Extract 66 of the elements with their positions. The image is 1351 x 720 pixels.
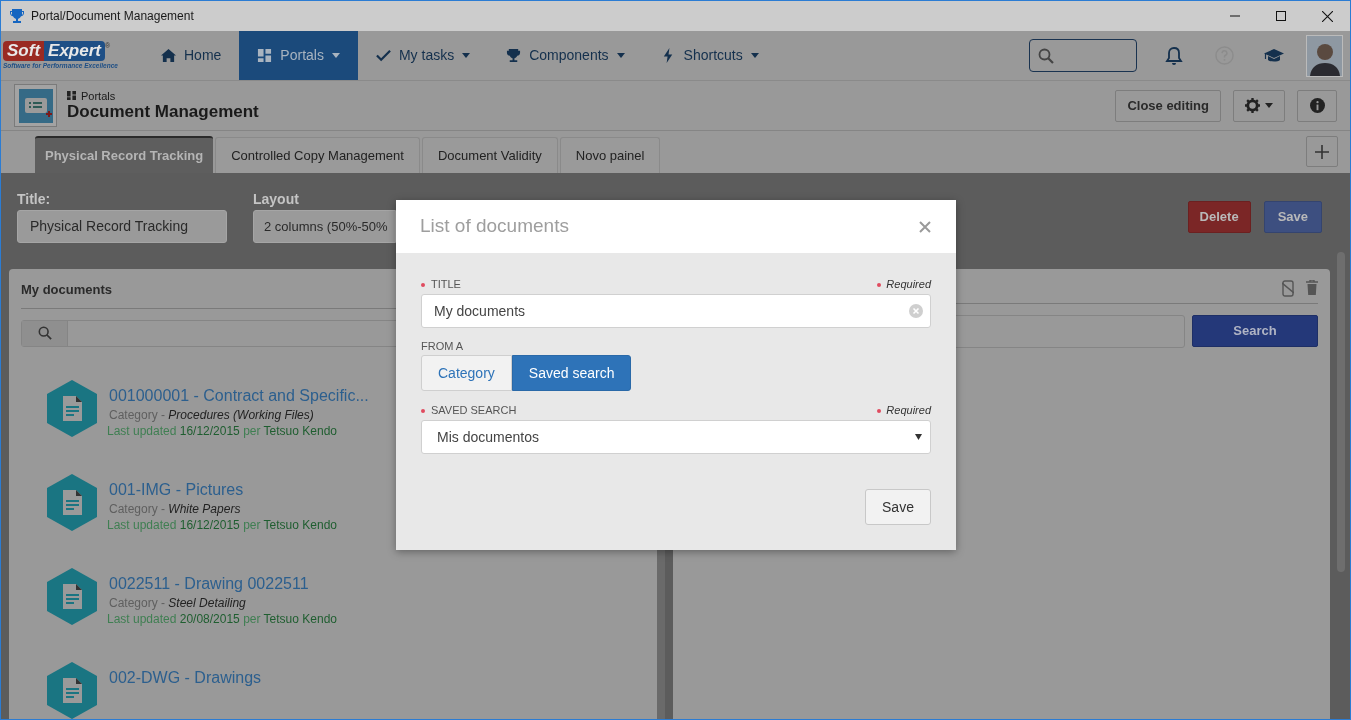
grid-icon [67,91,76,100]
nav-item[interactable]: Home [143,31,240,80]
search-icon [1038,47,1054,64]
required-note: Required [886,404,931,417]
field-label: Title: [17,190,52,208]
dialog-title: List of documents [420,214,569,239]
delete-button[interactable]: Delete [1187,201,1251,233]
field-label: TITLE [431,278,461,291]
update-info: Last updated 20/08/2015 per Tetsuo Kendo [107,611,337,627]
settings-button[interactable] [1233,89,1285,122]
nav-item[interactable]: Shortcuts [642,31,777,80]
avatar[interactable] [1306,34,1343,77]
save-button[interactable]: Save [865,489,931,525]
tab[interactable]: Controlled Copy Management [215,137,420,173]
trophy-icon [506,48,522,63]
nav-item[interactable]: Components [488,31,643,80]
grid-icon [257,48,273,63]
page-title: Document Management [67,101,259,122]
search-field[interactable] [1029,39,1137,72]
search-icon [37,326,52,341]
title-field[interactable]: Physical Record Tracking [17,210,227,243]
document-icon [47,568,97,625]
option-button[interactable]: Saved search [511,355,632,391]
field-label: SAVED SEARCH [431,404,517,417]
breadcrumb: Portals [81,89,116,102]
gear-icon [1245,98,1260,113]
check-icon [375,48,391,63]
tab[interactable]: Novo painel [559,137,661,173]
saved-search-select[interactable]: Mis documentos [421,420,931,454]
nav-item[interactable]: Portals [239,31,358,80]
update-info: Last updated 16/12/2015 per Tetsuo Kendo [107,423,338,439]
caret-icon [1265,103,1273,108]
category-text: Category - Steel Detailing [109,596,247,611]
save-button[interactable]: Save [1263,201,1322,233]
document-icon [47,380,97,437]
portal-icon [14,84,57,127]
nav-item[interactable]: My tasks [357,31,489,80]
category-text: Category - White Papers [109,502,242,517]
tab[interactable]: Document Validity [421,137,558,173]
maximize-icon [1276,11,1286,21]
graduation-cap-icon[interactable] [1264,47,1284,64]
required-note: Required [886,278,931,291]
close-button[interactable] [918,219,932,234]
document-icon [47,474,97,531]
close-icon [1321,10,1333,22]
mobile-off-icon[interactable] [1282,280,1294,297]
bell-icon[interactable] [1165,45,1183,66]
category-text: Category - Procedures (Working Files) [109,408,315,423]
plus-icon [1315,144,1329,159]
tab[interactable]: Physical Record Tracking [35,136,214,173]
title-field[interactable]: My documents [421,294,931,328]
info-button[interactable] [1297,89,1337,122]
trophy-icon [9,8,25,24]
window-title: Portal/Document Management [31,8,194,25]
option-button[interactable]: Category [421,355,512,391]
home-icon [161,48,176,63]
trash-icon[interactable] [1306,280,1318,295]
close-editing-button[interactable]: Close editing [1115,89,1221,122]
field-label: FROM A [421,340,465,353]
search-button[interactable]: Search [1192,315,1318,347]
caret-icon [915,434,922,440]
info-icon [1309,98,1325,113]
field-label: Layout [253,190,300,208]
layout-field[interactable]: 2 columns (50%-50% [253,210,396,243]
add-tab-button[interactable] [1306,136,1338,167]
update-info: Last updated 16/12/2015 per Tetsuo Kendo [107,517,337,533]
